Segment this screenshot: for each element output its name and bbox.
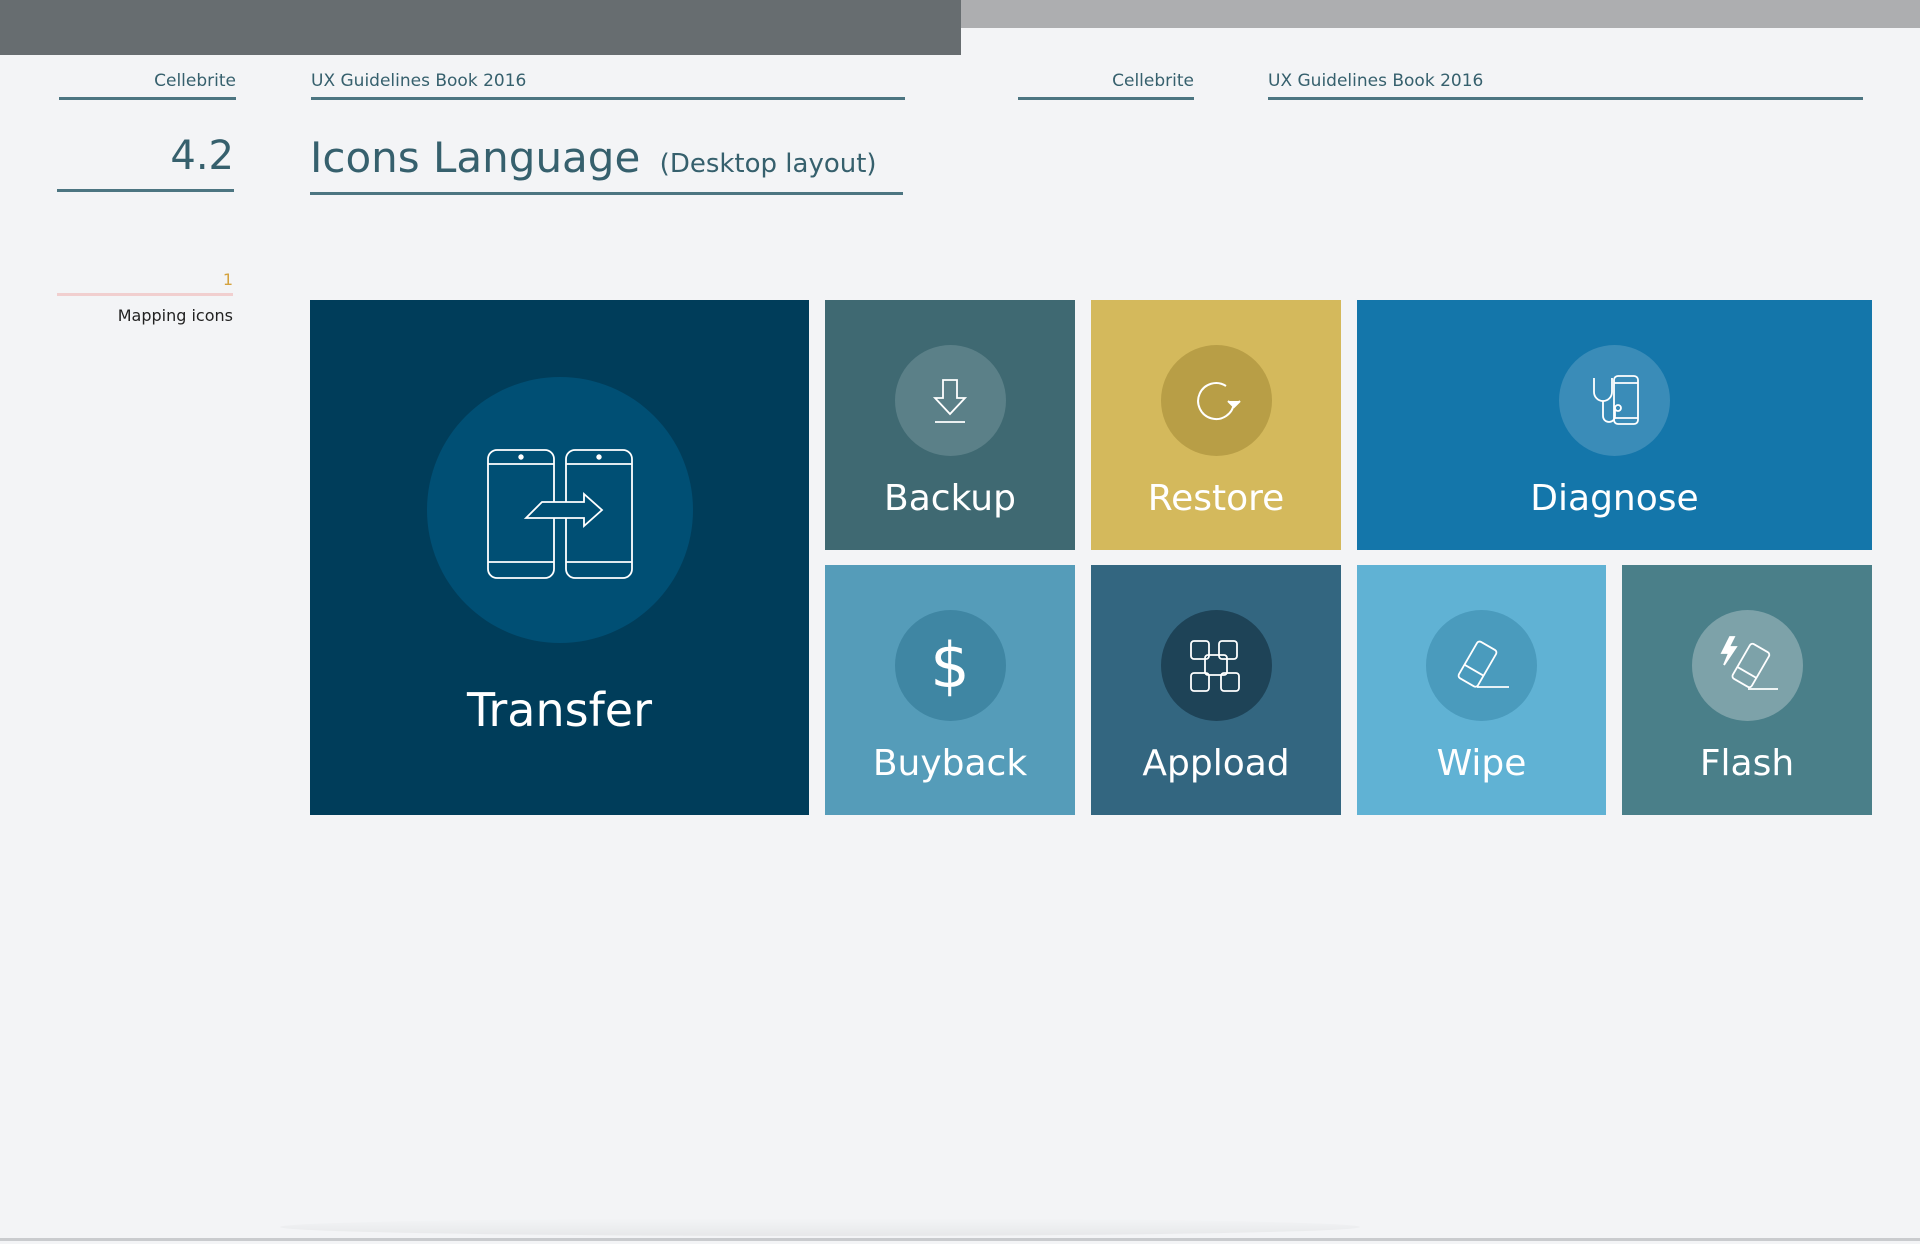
buyback-icon-circle: $	[894, 610, 1006, 721]
header-brand-left: Cellebrite	[59, 71, 236, 100]
page-shadow	[280, 1218, 1360, 1236]
appload-icon-circle	[1160, 610, 1272, 721]
tile-label: Wipe	[1436, 743, 1527, 784]
transfer-icon	[486, 449, 633, 579]
tile-label: Backup	[884, 478, 1016, 519]
tile-label: Appload	[1142, 743, 1290, 784]
eraser-icon	[1457, 640, 1509, 688]
tile-label: Flash	[1699, 743, 1795, 784]
flash-icon-circle	[1691, 610, 1803, 721]
tile-transfer[interactable]: Transfer	[310, 300, 809, 815]
tile-flash[interactable]: Flash	[1622, 565, 1872, 815]
backup-icon-circle	[894, 345, 1006, 456]
restore-icon-circle	[1160, 345, 1272, 456]
flash-icon	[1720, 635, 1778, 690]
tile-label: Transfer	[467, 683, 652, 737]
transfer-icon-circle	[426, 377, 693, 643]
tile-label: Buyback	[872, 743, 1028, 784]
tile-diagnose[interactable]: Diagnose	[1357, 300, 1872, 550]
window-bar-left	[0, 0, 961, 55]
section-title-text: Icons Language	[310, 133, 641, 182]
section-number: 4.2	[57, 133, 234, 192]
diagnose-icon-circle	[1559, 345, 1670, 456]
dollar-icon: $	[930, 628, 970, 702]
tile-label: Restore	[1147, 478, 1285, 519]
tile-appload[interactable]: Appload	[1091, 565, 1341, 815]
header-book-left: UX Guidelines Book 2016	[311, 71, 905, 100]
stethoscope-phone-icon	[1592, 374, 1639, 425]
restore-icon	[1197, 381, 1241, 420]
window-bar-right	[961, 0, 1920, 28]
header-book-right: UX Guidelines Book 2016	[1268, 71, 1863, 100]
tile-restore[interactable]: Restore	[1091, 300, 1341, 550]
tile-buyback[interactable]: $ Buyback	[825, 565, 1075, 815]
tile-wipe[interactable]: Wipe	[1357, 565, 1606, 815]
wipe-icon-circle	[1426, 610, 1537, 721]
apps-icon	[1190, 639, 1240, 692]
page-bottom-edge	[0, 1238, 1920, 1241]
page-title: Icons Language (Desktop layout)	[310, 133, 903, 195]
toc-item-label[interactable]: Mapping icons	[57, 306, 233, 325]
toc-item-number: 1	[57, 270, 233, 296]
header-brand-right: Cellebrite	[1018, 71, 1194, 100]
section-subtitle: (Desktop layout)	[659, 149, 877, 179]
tile-label: Diagnose	[1530, 478, 1699, 519]
tile-backup[interactable]: Backup	[825, 300, 1075, 550]
download-icon	[932, 378, 968, 423]
